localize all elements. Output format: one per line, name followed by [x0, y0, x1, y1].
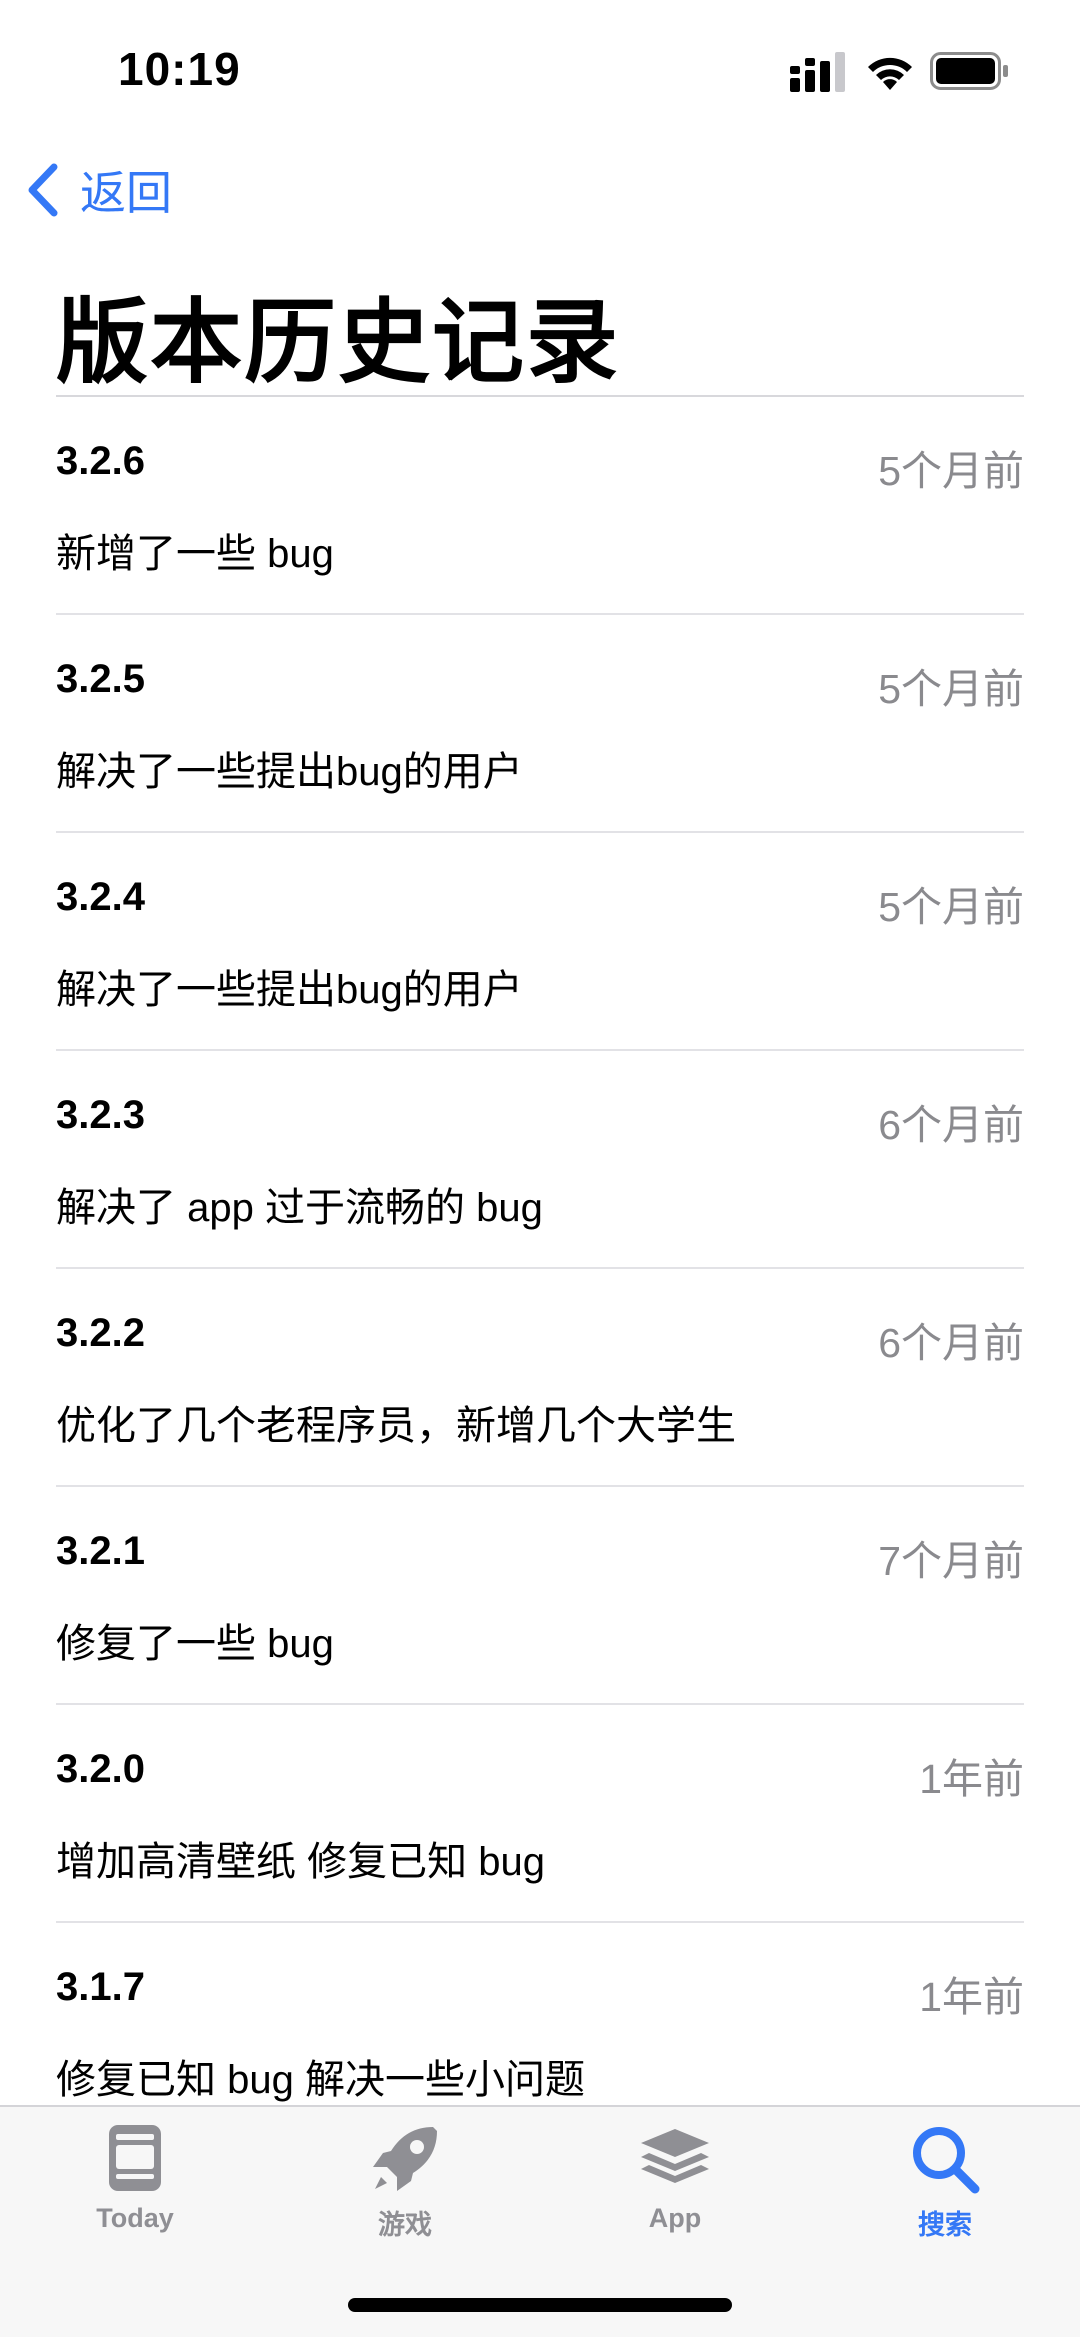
version-number: 3.2.0: [56, 1747, 145, 1791]
version-number: 3.1.7: [56, 1965, 145, 2009]
version-item: 3.2.1 7个月前 修复了一些 bug: [0, 1487, 1080, 1705]
version-notes: 修复已知 bug 解决一些小问题: [56, 2058, 585, 2102]
tab-label: 游戏: [378, 2210, 432, 2240]
version-notes: 解决了一些提出bug的用户: [56, 968, 523, 1012]
rocket-icon: [373, 2127, 437, 2191]
version-number: 3.2.2: [56, 1311, 145, 1355]
version-list[interactable]: 3.2.6 5个月前 新增了一些 bug 3.2.5 5个月前 解决了一些提出b…: [0, 397, 1080, 2141]
search-icon: [913, 2127, 980, 2194]
version-item: 3.2.0 1年前 增加高清壁纸 修复已知 bug: [0, 1705, 1080, 1923]
version-notes: 优化了几个老程序员，新增几个大学生: [56, 1404, 736, 1448]
wifi-icon: [868, 57, 912, 90]
battery-icon: [930, 52, 1008, 90]
version-date: 5个月前: [878, 884, 1024, 930]
version-history-screen: 10:19 返回 版本历史记录 3.2.6 5个月前 新增了一些 bug 3.2…: [0, 0, 1080, 2337]
version-number: 3.2.6: [56, 439, 145, 483]
chevron-left-icon: [28, 163, 58, 217]
back-button[interactable]: 返回: [24, 160, 172, 220]
version-number: 3.2.5: [56, 657, 145, 701]
version-date: 6个月前: [878, 1320, 1024, 1366]
version-notes: 新增了一些 bug: [56, 532, 334, 576]
version-date: 1年前: [919, 1756, 1024, 1802]
version-notes: 修复了一些 bug: [56, 1622, 334, 1666]
page-title: 版本历史记录: [56, 292, 621, 394]
version-item: 3.2.4 5个月前 解决了一些提出bug的用户: [0, 833, 1080, 1051]
status-time: 10:19: [118, 43, 241, 95]
tab-games[interactable]: 游戏: [270, 2121, 540, 2271]
version-date: 7个月前: [878, 1538, 1024, 1584]
version-date: 5个月前: [878, 666, 1024, 712]
version-date: 1年前: [919, 1974, 1024, 2020]
version-notes: 解决了 app 过于流畅的 bug: [56, 1186, 543, 1230]
tab-search[interactable]: 搜索: [810, 2121, 1080, 2271]
tab-apps[interactable]: App: [540, 2121, 810, 2271]
version-number: 3.2.1: [56, 1529, 145, 1573]
version-date: 6个月前: [878, 1102, 1024, 1148]
tab-today[interactable]: Today: [0, 2121, 270, 2271]
home-indicator[interactable]: [348, 2298, 732, 2312]
cellular-signal-icon: [790, 52, 845, 92]
version-item: 3.2.3 6个月前 解决了 app 过于流畅的 bug: [0, 1051, 1080, 1269]
version-item: 3.2.5 5个月前 解决了一些提出bug的用户: [0, 615, 1080, 833]
version-notes: 增加高清壁纸 修复已知 bug: [56, 1840, 545, 1884]
status-bar: 10:19: [0, 0, 1080, 140]
version-number: 3.2.3: [56, 1093, 145, 1137]
today-icon: [109, 2125, 161, 2191]
version-item: 3.2.2 6个月前 优化了几个老程序员，新增几个大学生: [0, 1269, 1080, 1487]
tab-label: 搜索: [918, 2210, 972, 2240]
version-item: 3.2.6 5个月前 新增了一些 bug: [0, 397, 1080, 615]
version-notes: 解决了一些提出bug的用户: [56, 750, 523, 794]
version-number: 3.2.4: [56, 875, 145, 919]
tab-label: Today: [96, 2203, 174, 2233]
version-date: 5个月前: [878, 448, 1024, 494]
back-label: 返回: [80, 167, 172, 219]
layers-icon: [641, 2129, 709, 2183]
tab-label: App: [648, 2203, 702, 2233]
